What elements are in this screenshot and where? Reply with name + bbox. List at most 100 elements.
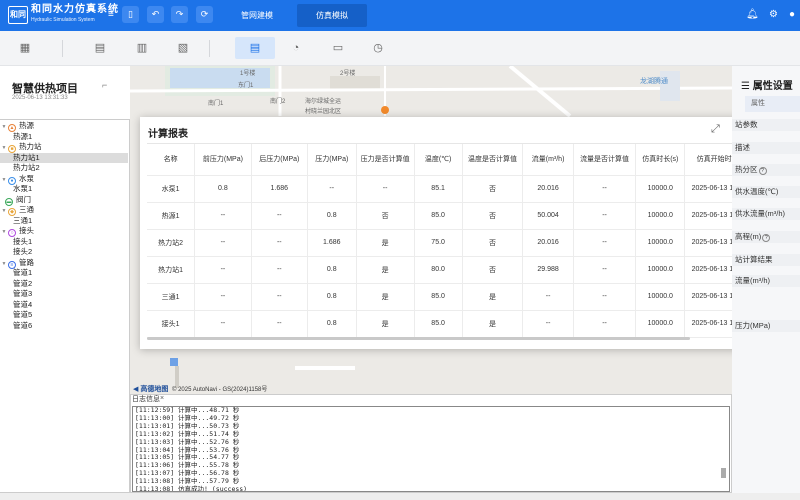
tree-item-label: 三通1 (13, 215, 33, 225)
table-cell: -- (194, 256, 252, 284)
tab-simulation[interactable]: 仿真模拟 (297, 4, 367, 27)
column-header[interactable]: 温度是否计算值 (462, 144, 524, 176)
column-header[interactable]: 流量是否计算值 (573, 144, 637, 176)
expand-icon[interactable]: ▼ (0, 206, 8, 216)
tree-item[interactable]: 接头2 (0, 247, 32, 257)
column-header[interactable]: 仿真时长(s) (635, 144, 686, 176)
column-header[interactable]: 压力(MPa) (307, 144, 357, 176)
tree-item-label: 管道1 (13, 268, 33, 277)
expand-icon[interactable]: ▼ (0, 122, 8, 132)
property-row[interactable]: 站参数 (732, 119, 800, 131)
tree-item[interactable]: 水泵1 (0, 184, 32, 194)
table-cell: 85.0 (414, 283, 463, 311)
tree-item[interactable]: 三通1 (0, 216, 32, 226)
property-row[interactable]: 站计算结果 (732, 254, 800, 266)
table-cell: 0.8 (194, 175, 252, 203)
help-icon[interactable]: ? (762, 234, 771, 242)
bell-icon[interactable]: 🔔︎ (746, 9, 759, 20)
table-alt-icon[interactable]: ▧ (175, 40, 191, 56)
grid-icon[interactable]: ▦ (17, 40, 33, 56)
column-header[interactable]: 后压力(MPa) (251, 144, 309, 176)
property-row[interactable]: 描述 (732, 142, 800, 154)
tree-item-label: 管道5 (13, 310, 33, 319)
tree-item[interactable]: ▼ ○ 接头 (0, 226, 34, 237)
property-row[interactable]: 热分区? (732, 164, 800, 176)
tree-item[interactable]: 热力站2 (0, 163, 40, 173)
log-scrollbar[interactable] (721, 468, 726, 478)
table-row[interactable]: 热力站2 -- -- 1.686 是 75.0 否 20.016 -- 10000.0 2025-0… (147, 229, 744, 257)
tree-item[interactable]: 热源1 (0, 132, 32, 142)
property-row[interactable]: 高程(m)? (732, 231, 800, 243)
tree-item[interactable]: 管道3 (0, 289, 32, 299)
column-header[interactable]: 温度(℃) (414, 144, 463, 176)
component-tree: ▼ ▲ 热源 热源1 ▼ ■ 热力站 热力站1 热力站2 ▼ ● 水泵 水泵1 ▬ 阀门 ▼ ◆ 三通 三通1 ▼ ○ 接… (0, 119, 130, 493)
expand-icon[interactable]: ▼ (0, 143, 8, 153)
monitor-icon[interactable]: ▭ (330, 40, 346, 56)
log-tab-close-icon[interactable]: × (160, 395, 164, 402)
property-row[interactable]: 供水流量(m³/h) (732, 208, 800, 220)
table-row[interactable]: 水泵1 0.8 1.686 -- -- 85.1 否 20.016 -- 10000.0 2025-… (147, 175, 744, 203)
table-row[interactable]: 热源1 -- -- 0.8 否 85.0 否 50.004 -- 10000.0 2025-06-1… (147, 202, 744, 230)
tree-item[interactable]: ▼ ■ 热力站 (0, 142, 42, 153)
property-row[interactable]: 压力(MPa) (732, 320, 800, 332)
column-header[interactable]: 压力是否计算值 (356, 144, 415, 176)
file-icon[interactable]: ▯ (122, 6, 139, 23)
gear-icon[interactable]: ⚙ (769, 9, 778, 20)
history-icon[interactable]: ◷ (370, 40, 386, 56)
report-table: 名称 前压力(MPa) 后压力(MPa) 压力(MPa) 压力是否计算值 温度(℃) 温度是… (147, 144, 744, 339)
horizontal-scrollbar[interactable] (147, 337, 690, 340)
tree-item[interactable]: 管道4 (0, 300, 32, 310)
property-row[interactable]: 流量(m³/h) (732, 275, 800, 287)
table-row[interactable]: 三通1 -- -- 0.8 是 85.0 是 -- -- 10000.0 2025-06-13 11 (147, 283, 744, 311)
tree-item[interactable]: 热力站1 (0, 152, 128, 163)
expand-icon[interactable]: ▼ (0, 227, 8, 237)
table-cell: -- (194, 310, 252, 338)
tree-item[interactable]: ▬ 阀门 (0, 195, 31, 206)
help-icon[interactable]: ? (758, 167, 767, 175)
expand-icon[interactable]: ▼ (0, 259, 8, 269)
menu-icon[interactable]: ≡ (108, 9, 114, 20)
column-header[interactable]: 流量(m³/h) (522, 144, 574, 176)
table-cell: -- (194, 283, 252, 311)
tree-item[interactable]: 管道6 (0, 321, 32, 331)
undo-icon[interactable]: ↶ (147, 6, 164, 23)
report-icon[interactable]: ▤ (235, 37, 275, 59)
tree-item[interactable]: 接头1 (0, 237, 32, 247)
gauge-icon[interactable]: ◔ (288, 40, 304, 56)
tree-item[interactable]: ▼ ≡ 管路 (0, 258, 34, 269)
user-icon[interactable]: ● (789, 9, 795, 20)
property-label: 流量(m³/h) (735, 276, 770, 285)
table-cell: -- (522, 310, 574, 338)
tree-item[interactable]: ▼ ● 水泵 (0, 174, 34, 185)
tree-item-label: 管道6 (13, 320, 33, 330)
table-row[interactable]: 接头1 -- -- 0.8 是 85.0 是 -- -- 10000.0 2025-06-13 11 (147, 310, 744, 338)
tab-modeling[interactable]: 管网建模 (226, 4, 288, 27)
tree-item[interactable]: 管道1 (0, 268, 32, 278)
table-icon[interactable]: ▤ (92, 40, 108, 56)
tree-item[interactable]: ▼ ◆ 三通 (0, 205, 34, 216)
table-cell: -- (573, 202, 637, 230)
log-tab[interactable]: 日志信息 (132, 395, 160, 405)
tree-item[interactable]: 管道2 (0, 279, 32, 289)
redo-icon[interactable]: ↷ (171, 6, 188, 23)
tree-item[interactable]: 管道5 (0, 310, 32, 320)
property-row[interactable]: 供水温度(℃) (732, 186, 800, 198)
table-settings-icon[interactable]: ▥ (134, 40, 150, 56)
collapse-icon[interactable]: ⌐ (102, 80, 107, 90)
column-header[interactable]: 前压力(MPa) (194, 144, 252, 176)
map-label: 村晓兰园北区 (305, 109, 342, 115)
table-row[interactable]: 热力站1 -- -- 0.8 是 80.0 否 29.988 -- 10000.0 2025-06-… (147, 256, 744, 284)
table-cell: 10000.0 (635, 229, 686, 257)
table-cell: -- (194, 202, 252, 230)
table-cell: 10000.0 (635, 202, 686, 230)
column-header[interactable]: 名称 (147, 144, 196, 176)
report-table-wrap[interactable]: 名称 前压力(MPa) 后压力(MPa) 压力(MPa) 压力是否计算值 温度(℃) 温度是… (147, 143, 744, 339)
table-cell: 热源1 (147, 202, 196, 230)
tree-item[interactable]: ▼ ▲ 热源 (0, 121, 34, 132)
refresh-icon[interactable]: ⟳ (196, 6, 213, 23)
expand-icon[interactable]: ▼ (0, 175, 8, 185)
properties-tab[interactable]: 属性 (745, 96, 800, 112)
expand-icon[interactable]: ⤢ (711, 123, 720, 136)
table-cell: 是 (462, 283, 524, 311)
table-body: 水泵1 0.8 1.686 -- -- 85.1 否 20.016 -- 10000.0 2025-… (147, 175, 744, 339)
